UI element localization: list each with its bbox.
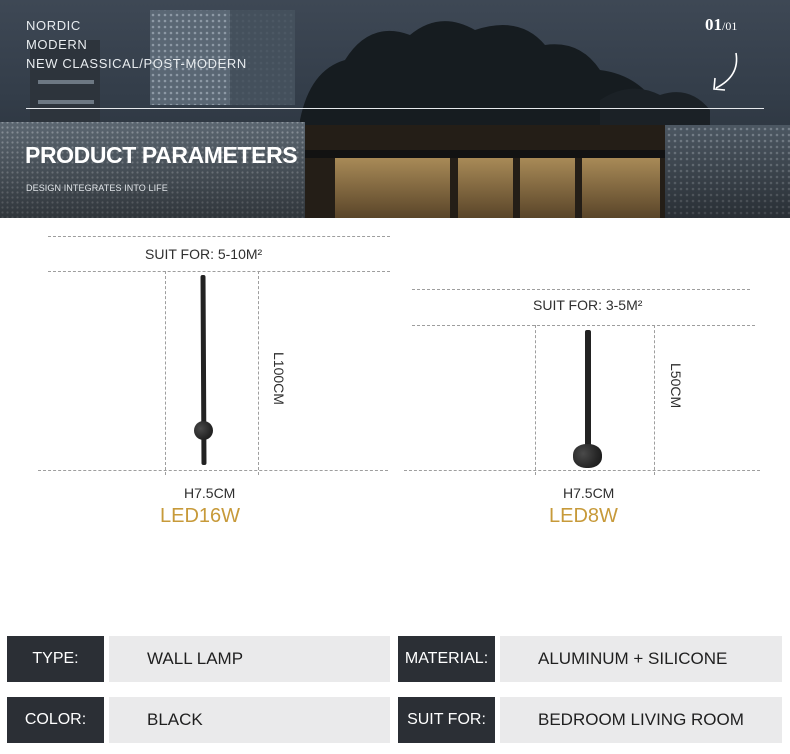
guide-line	[535, 325, 536, 475]
guide-line	[165, 271, 166, 475]
guide-line	[654, 325, 655, 475]
hero-tag-style: MODERN	[26, 37, 88, 52]
spec-row-type: TYPE: WALL LAMP	[7, 636, 390, 682]
spec-key: TYPE:	[7, 636, 104, 682]
power-label: LED8W	[549, 505, 618, 527]
guide-line	[48, 236, 390, 237]
spec-key: COLOR:	[7, 697, 104, 743]
page-current: 01	[705, 15, 722, 34]
guide-line	[38, 470, 388, 471]
suit-for-label: SUIT FOR: 3-5M²	[533, 297, 643, 313]
length-label: L100CM	[271, 352, 287, 405]
height-label: H7.5CM	[563, 485, 615, 501]
guide-line	[258, 271, 259, 475]
guide-line	[404, 470, 760, 471]
suit-for-label: SUIT FOR: 5-10M²	[145, 246, 263, 262]
guide-line	[412, 289, 750, 290]
hero-tag-style: NORDIC	[26, 18, 81, 33]
spec-row-material: MATERIAL: ALUMINUM + SILICONE	[398, 636, 782, 682]
page-title: PRODUCT PARAMETERS	[25, 142, 298, 168]
guide-line	[412, 325, 755, 326]
spec-value: BEDROOM LIVING ROOM	[500, 697, 782, 743]
length-label: L50CM	[668, 363, 684, 409]
curved-arrow-down-left-icon	[713, 52, 738, 91]
spec-key: MATERIAL:	[398, 636, 495, 682]
spec-row-color: COLOR: BLACK	[7, 697, 390, 743]
page-indicator: 01/01	[705, 15, 737, 35]
page-subtitle: DESIGN INTEGRATES INTO LIFE	[26, 183, 168, 193]
lamp-rod	[585, 330, 591, 452]
hero-banner: NORDIC MODERN NEW CLASSICAL/POST-MODERN …	[0, 0, 790, 218]
spec-key: SUIT FOR:	[398, 697, 495, 743]
spec-value: BLACK	[109, 697, 390, 743]
hero-divider	[26, 108, 764, 109]
spec-value: WALL LAMP	[109, 636, 390, 682]
spec-row-suit-for: SUIT FOR: BEDROOM LIVING ROOM	[398, 697, 782, 743]
guide-line	[48, 271, 390, 272]
spec-value: ALUMINUM + SILICONE	[500, 636, 782, 682]
lamp-mount	[194, 421, 213, 440]
lamp-mount	[573, 444, 602, 468]
height-label: H7.5CM	[184, 485, 236, 501]
power-label: LED16W	[160, 505, 241, 527]
hero-tag-style: NEW CLASSICAL/POST-MODERN	[26, 56, 247, 71]
page-total: /01	[722, 19, 738, 33]
